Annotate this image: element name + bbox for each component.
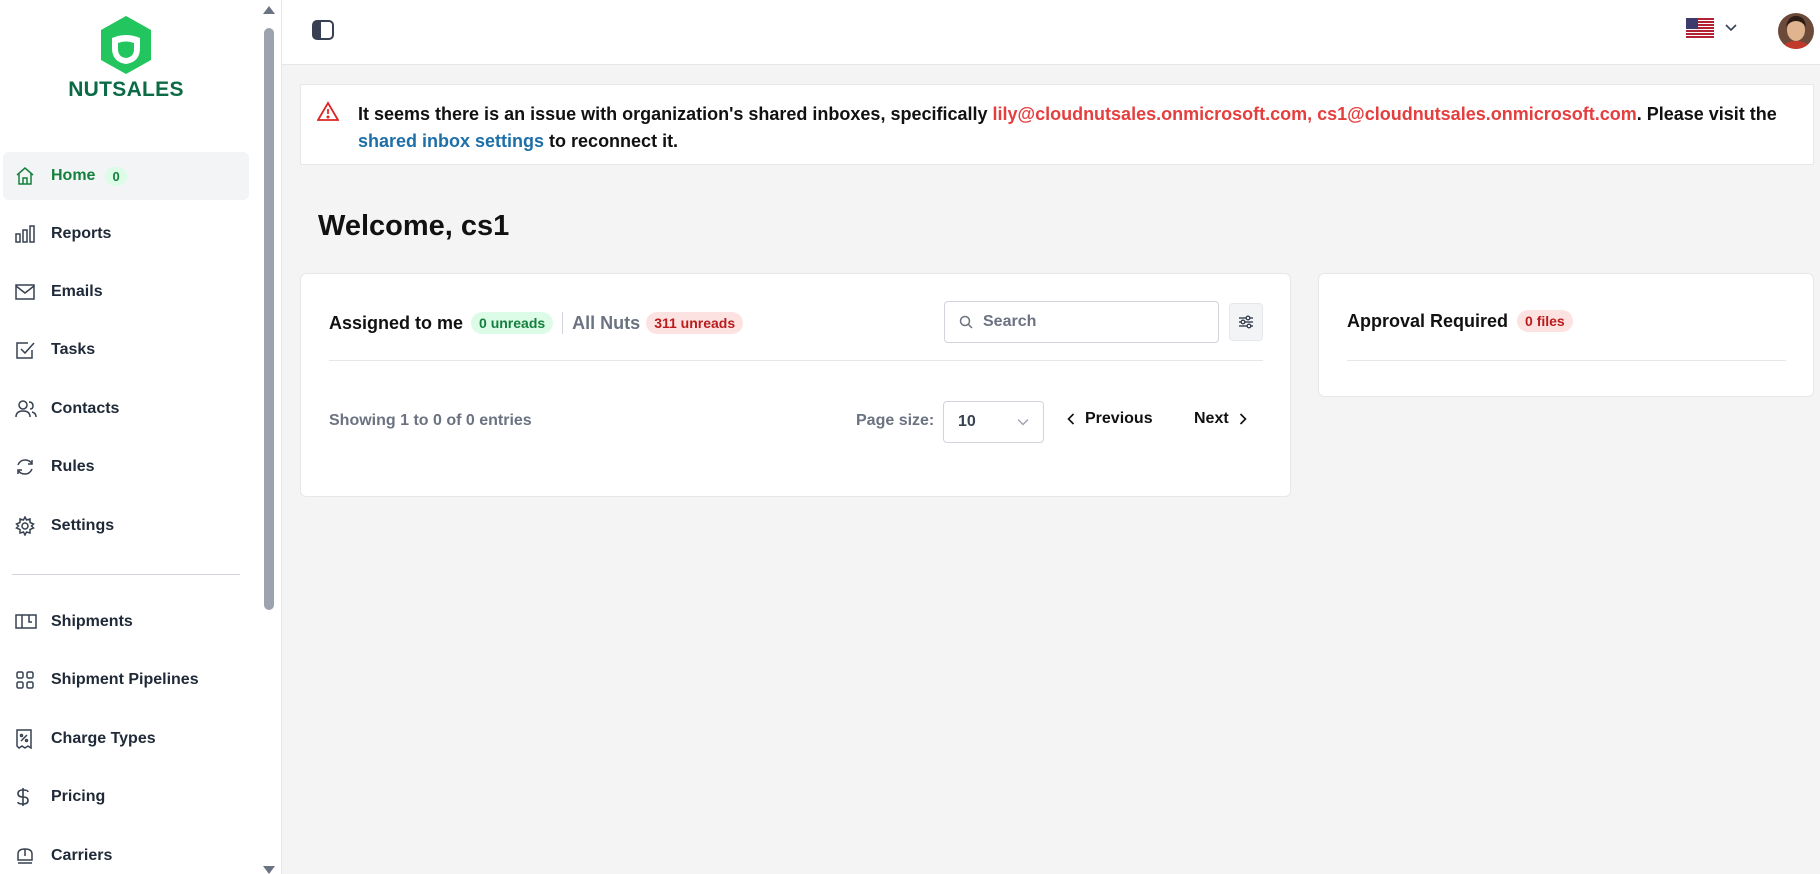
next-label: Next <box>1194 410 1229 427</box>
sidebar-item-label: Pricing <box>51 788 106 805</box>
users-icon <box>15 398 41 420</box>
sidebar-item-rules[interactable]: Rules <box>3 443 249 491</box>
brand-logo[interactable]: NUTSALES <box>66 14 186 102</box>
user-avatar[interactable] <box>1778 13 1814 49</box>
shared-inbox-settings-link[interactable]: shared inbox settings <box>358 131 544 151</box>
sidebar-item-label: Shipments <box>51 613 133 630</box>
chevron-down-icon <box>1017 419 1029 426</box>
search-icon <box>959 315 973 329</box>
sidebar-item-settings[interactable]: Settings <box>3 502 249 550</box>
page-size-select[interactable]: 10 <box>943 401 1044 443</box>
search-field[interactable] <box>944 301 1219 343</box>
sidebar-item-carriers[interactable]: Carriers <box>3 832 249 874</box>
all-nuts-unreads-badge: 311 unreads <box>646 312 744 334</box>
assigned-unreads-badge: 0 unreads <box>471 312 554 334</box>
alert-prefix-text: It seems there is an issue with organiza… <box>358 104 993 124</box>
page-title: Welcome, cs1 <box>318 210 510 242</box>
chevron-left-icon <box>1067 413 1075 425</box>
page-size-value: 10 <box>958 413 976 430</box>
sidebar-item-label: Contacts <box>51 400 120 417</box>
sidebar-item-pricing[interactable]: Pricing <box>3 773 249 821</box>
approval-title: Approval Required <box>1347 310 1509 331</box>
card-divider <box>329 360 1263 361</box>
sidebar-item-home[interactable]: Home 0 <box>3 152 249 200</box>
bar-chart-icon <box>15 223 41 245</box>
dollar-icon <box>15 786 41 808</box>
sidebar-item-label: Emails <box>51 283 103 300</box>
sidebar-item-tasks[interactable]: Tasks <box>3 326 249 374</box>
sliders-icon <box>1239 315 1253 329</box>
language-selector[interactable] <box>1686 18 1738 38</box>
sidebar: NUTSALES Home 0 Reports Emails Tasks Con… <box>0 0 258 874</box>
us-flag-icon <box>1686 18 1714 38</box>
sidebar-toggle-icon <box>312 20 334 40</box>
sidebar-item-label: Carriers <box>51 847 113 864</box>
sidebar-item-label: Charge Types <box>51 730 156 747</box>
chevron-down-icon <box>1725 24 1737 32</box>
sidebar-toggle-button[interactable] <box>311 19 335 41</box>
sidebar-item-shipment-pipelines[interactable]: Shipment Pipelines <box>3 656 249 704</box>
scroll-down-arrow-icon[interactable] <box>263 866 275 874</box>
tab-assigned-to-me[interactable]: Assigned to me <box>329 313 463 334</box>
sidebar-item-contacts[interactable]: Contacts <box>3 385 249 433</box>
home-count-badge: 0 <box>105 166 127 186</box>
sidebar-item-label: Reports <box>51 225 112 242</box>
tab-all-nuts[interactable]: All Nuts <box>572 313 640 334</box>
sidebar-item-label: Home <box>51 167 96 184</box>
tab-separator <box>562 312 564 334</box>
top-bar <box>282 0 1820 65</box>
scroll-thumb[interactable] <box>264 28 274 610</box>
warning-icon <box>317 101 339 121</box>
chevron-right-icon <box>1239 413 1247 425</box>
scroll-up-arrow-icon[interactable] <box>263 6 275 14</box>
checkbox-icon <box>15 339 41 361</box>
search-input[interactable] <box>983 313 1203 331</box>
approval-files-badge: 0 files <box>1517 310 1573 332</box>
next-button[interactable]: Next <box>1194 410 1247 428</box>
refresh-icon <box>15 456 41 478</box>
sidebar-item-shipments[interactable]: Shipments <box>3 598 249 646</box>
alert-suffix-text: to reconnect it. <box>544 131 679 151</box>
sidebar-item-emails[interactable]: Emails <box>3 268 249 316</box>
alert-middle-text: . Please visit the <box>1636 104 1777 124</box>
page-size-label: Page size: <box>856 412 935 429</box>
previous-label: Previous <box>1085 410 1153 427</box>
approval-header: Approval Required 0 files <box>1347 310 1573 332</box>
alert-message: It seems there is an issue with organiza… <box>358 101 1793 155</box>
shared-inbox-alert: It seems there is an issue with organiza… <box>300 84 1814 165</box>
carrier-icon <box>15 845 41 867</box>
sidebar-item-label: Shipment Pipelines <box>51 671 199 688</box>
sidebar-item-reports[interactable]: Reports <box>3 210 249 258</box>
filter-button[interactable] <box>1229 303 1263 341</box>
grid-icon <box>15 669 41 691</box>
sidebar-divider <box>12 574 240 575</box>
sidebar-scrollbar[interactable] <box>258 0 282 874</box>
sidebar-item-label: Tasks <box>51 341 96 358</box>
inbox-tabs: Assigned to me 0 unreads All Nuts 311 un… <box>329 312 744 334</box>
approval-card: Approval Required 0 files <box>1318 273 1814 397</box>
entries-count: Showing 1 to 0 of 0 entries <box>329 412 532 429</box>
home-icon <box>15 165 41 187</box>
nutsales-logo-icon <box>101 16 151 74</box>
mail-icon <box>15 281 41 303</box>
receipt-icon <box>15 728 41 750</box>
package-icon <box>15 611 41 633</box>
brand-name: NUTSALES <box>68 78 184 101</box>
alert-emails: lily@cloudnutsales.onmicrosoft.com, cs1@… <box>992 104 1637 124</box>
sidebar-item-charge-types[interactable]: Charge Types <box>3 715 249 763</box>
approval-divider <box>1347 360 1786 361</box>
sidebar-item-label: Settings <box>51 517 115 534</box>
gear-icon <box>15 515 41 537</box>
sidebar-item-label: Rules <box>51 458 95 475</box>
assigned-card: Assigned to me 0 unreads All Nuts 311 un… <box>300 273 1291 497</box>
previous-button[interactable]: Previous <box>1067 410 1153 428</box>
